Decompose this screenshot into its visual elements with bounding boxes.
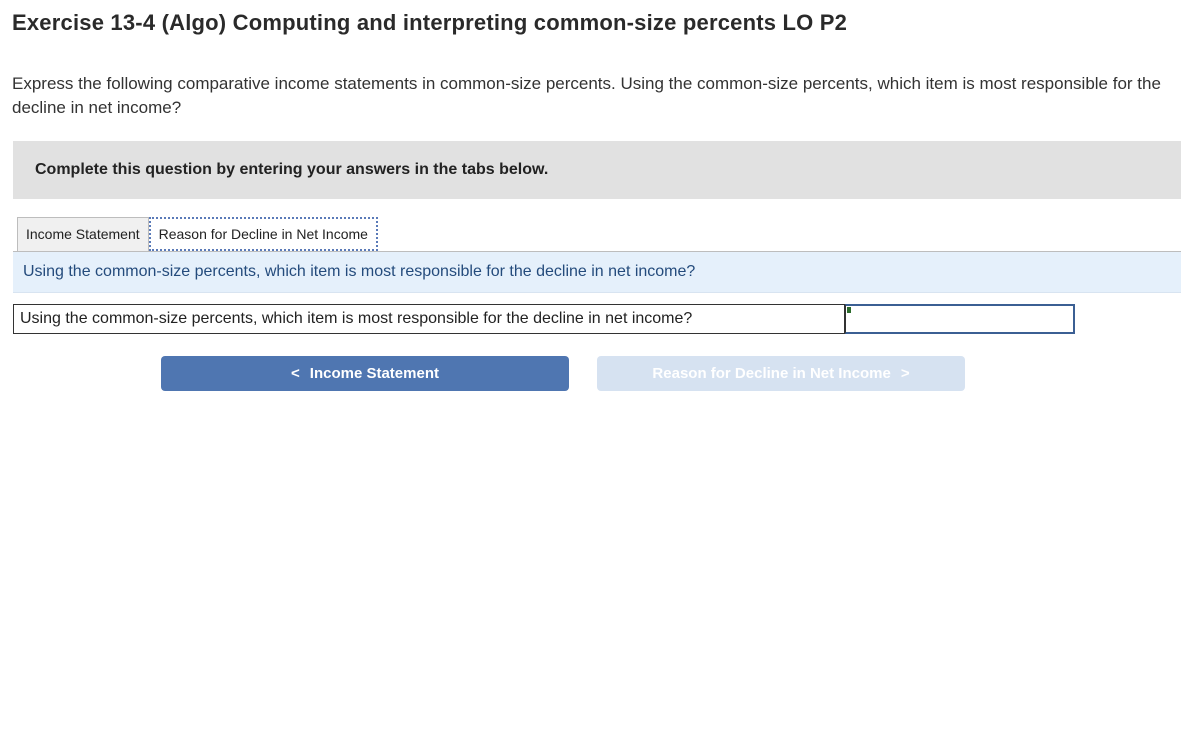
question-container: Complete this question by entering your … (12, 140, 1182, 414)
answer-row: Using the common-size percents, which it… (13, 304, 1181, 334)
tabs-row: Income Statement Reason for Decline in N… (13, 217, 1181, 252)
tab-reason-decline[interactable]: Reason for Decline in Net Income (149, 217, 378, 251)
question-text: Express the following comparative income… (12, 72, 1182, 120)
nav-buttons: < Income Statement Reason for Decline in… (13, 334, 1181, 413)
answer-input[interactable] (846, 306, 1073, 332)
chevron-right-icon: > (901, 365, 910, 382)
answer-input-wrapper (845, 304, 1075, 334)
page-title: Exercise 13-4 (Algo) Computing and inter… (12, 10, 1182, 36)
tab-label: Income Statement (26, 225, 140, 243)
next-button-label: Reason for Decline in Net Income (652, 365, 890, 382)
instruction-bar: Complete this question by entering your … (13, 141, 1181, 199)
tab-label: Reason for Decline in Net Income (159, 225, 368, 243)
chevron-left-icon: < (291, 365, 300, 382)
prev-button-label: Income Statement (310, 365, 439, 382)
answer-label-cell: Using the common-size percents, which it… (13, 304, 845, 334)
next-button[interactable]: Reason for Decline in Net Income > (597, 356, 965, 391)
prev-button[interactable]: < Income Statement (161, 356, 569, 391)
tab-content-header: Using the common-size percents, which it… (13, 252, 1181, 293)
tab-income-statement[interactable]: Income Statement (17, 217, 149, 251)
